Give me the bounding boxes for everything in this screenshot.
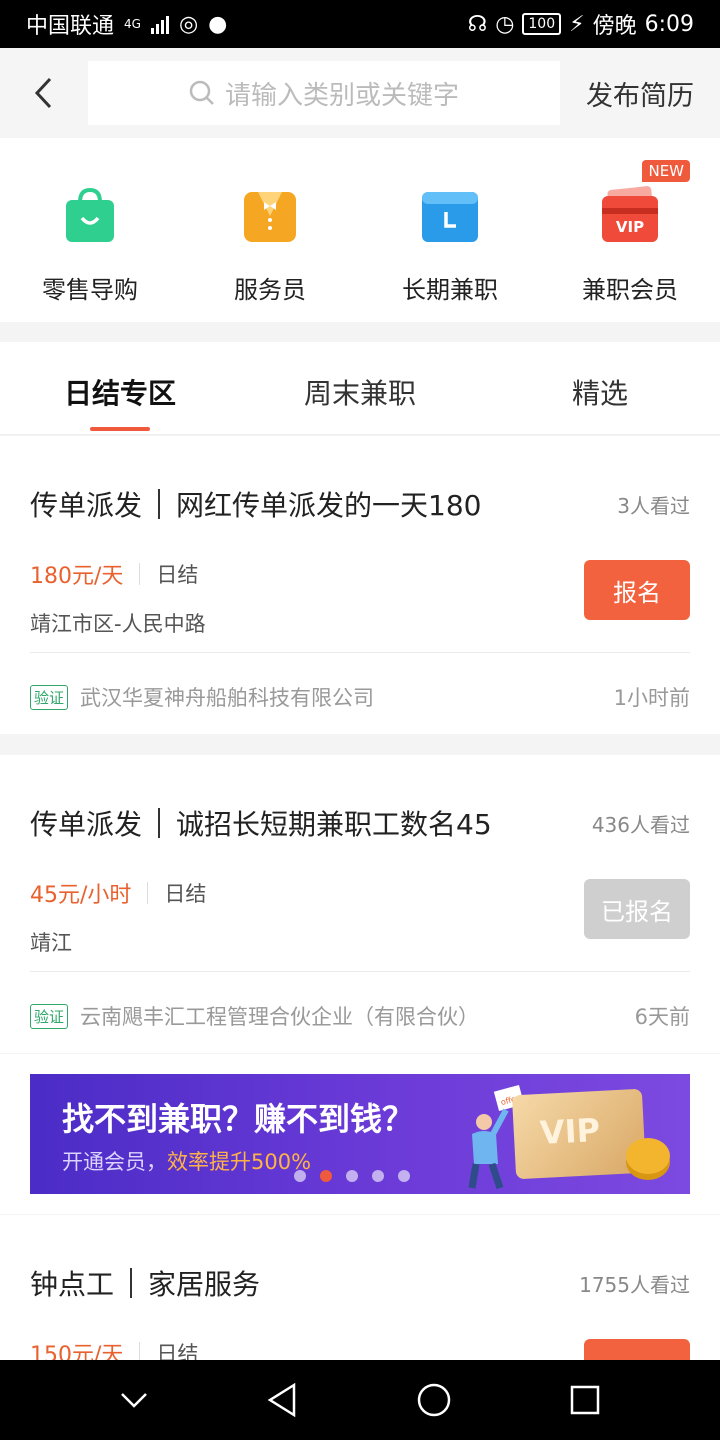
tab-weekend[interactable]: 周末兼职 bbox=[240, 342, 480, 434]
job-pay: 150元/天 bbox=[30, 1343, 124, 1360]
header: 请输入类别或关键字 发布简历 bbox=[0, 48, 720, 138]
vip-card-icon: VIP bbox=[602, 186, 658, 242]
time-prefix: 傍晚 bbox=[592, 14, 637, 39]
category-label: 长期兼职 bbox=[402, 276, 498, 304]
search-input[interactable]: 请输入类别或关键字 bbox=[88, 61, 560, 125]
coins-icon bbox=[626, 1138, 670, 1174]
time-label: 6:09 bbox=[644, 11, 694, 37]
vip-promo-banner[interactable]: 找不到兼职？赚不到钱？ 开通会员，效率提升500% offer VIP bbox=[30, 1074, 690, 1194]
shopping-bag-icon bbox=[66, 187, 114, 242]
back-button[interactable] bbox=[0, 48, 88, 138]
home-circle-icon[interactable] bbox=[416, 1382, 452, 1418]
pay-divider bbox=[139, 1342, 141, 1360]
post-time: 6天前 bbox=[634, 1005, 690, 1029]
job-location: 靖江市区-人民中路 bbox=[30, 612, 206, 636]
card-divider bbox=[30, 652, 690, 653]
job-location: 靖江 bbox=[30, 931, 72, 955]
carousel-dot-active[interactable] bbox=[320, 1170, 332, 1182]
network-label: 4G bbox=[124, 17, 141, 31]
title-divider bbox=[158, 808, 161, 838]
hotspot-icon: ◎ bbox=[178, 11, 199, 37]
search-placeholder: 请输入类别或关键字 bbox=[224, 80, 459, 111]
waiter-icon bbox=[244, 192, 296, 242]
category-long-term[interactable]: 长期兼职 bbox=[360, 138, 540, 322]
job-title: 网红传单派发的一天180 bbox=[176, 489, 482, 522]
chevron-left-icon bbox=[34, 77, 52, 109]
system-nav-bar bbox=[0, 1360, 720, 1440]
job-card[interactable]: 传单派发 网红传单派发的一天180 3人看过 180元/天 日结 靖江市区-人民… bbox=[0, 436, 720, 734]
status-bar: 中国联通 4G ◎ ● ☊ ◷ 100 ⚡ 傍晚 6:09 bbox=[0, 0, 720, 48]
category-retail[interactable]: 零售导购 bbox=[0, 138, 180, 322]
job-title: 家居服务 bbox=[148, 1268, 261, 1301]
applied-button[interactable]: 已报名 bbox=[584, 879, 690, 939]
message-icon: ● bbox=[208, 11, 228, 37]
apply-button[interactable]: 报名 bbox=[584, 560, 690, 620]
svg-text:VIP: VIP bbox=[616, 218, 644, 236]
chevron-down-icon[interactable] bbox=[119, 1390, 149, 1410]
post-time: 1小时前 bbox=[613, 686, 690, 710]
vip-card-label: VIP bbox=[538, 1110, 601, 1153]
tab-daily-settle[interactable]: 日结专区 bbox=[0, 342, 240, 434]
settle-type: 日结 bbox=[164, 882, 207, 906]
category-label: 零售导购 bbox=[42, 276, 138, 304]
verified-badge: 验证 bbox=[30, 1003, 69, 1029]
category-waiter[interactable]: 服务员 bbox=[180, 138, 360, 322]
battery-icon: 100 bbox=[522, 13, 562, 35]
carousel-dot[interactable] bbox=[294, 1170, 306, 1182]
title-divider bbox=[158, 489, 161, 519]
carousel-indicator bbox=[294, 1170, 410, 1182]
job-category: 钟点工 bbox=[30, 1268, 115, 1301]
clock-icon: ◷ bbox=[495, 11, 515, 37]
carousel-dot[interactable] bbox=[346, 1170, 358, 1182]
signal-icon bbox=[150, 14, 169, 34]
pay-divider bbox=[139, 563, 141, 585]
title-divider bbox=[130, 1268, 133, 1298]
calendar-icon bbox=[422, 192, 478, 242]
carousel-dot[interactable] bbox=[398, 1170, 410, 1182]
verified-badge: 验证 bbox=[30, 684, 69, 710]
job-card[interactable]: 钟点工 家居服务 1755人看过 150元/天 日结 bbox=[0, 1215, 720, 1360]
recent-apps-icon[interactable] bbox=[569, 1384, 601, 1416]
carrier-label: 中国联通 bbox=[26, 14, 115, 39]
banner-section: 找不到兼职？赚不到钱？ 开通会员，效率提升500% offer VIP bbox=[0, 1054, 720, 1214]
vip-card-icon: VIP bbox=[511, 1088, 647, 1180]
tab-bar: 日结专区 周末兼职 精选 bbox=[0, 342, 720, 435]
banner-subtitle: 开通会员，效率提升500% bbox=[62, 1146, 311, 1176]
banner-sub-prefix: 开通会员， bbox=[62, 1150, 167, 1174]
company-name: 云南飓丰汇工程管理合伙企业（有限合伙） bbox=[80, 1005, 480, 1029]
search-icon bbox=[189, 80, 214, 105]
category-vip[interactable]: NEW VIP 兼职会员 bbox=[540, 138, 720, 322]
carousel-dot[interactable] bbox=[372, 1170, 384, 1182]
new-badge: NEW bbox=[642, 160, 690, 182]
settle-type: 日结 bbox=[156, 1342, 199, 1360]
category-label: 服务员 bbox=[234, 276, 306, 304]
view-count: 1755人看过 bbox=[579, 1272, 690, 1297]
company-name: 武汉华夏神舟船舶科技有限公司 bbox=[80, 686, 375, 710]
job-category: 传单派发 bbox=[30, 489, 143, 522]
pay-divider bbox=[147, 882, 149, 904]
headset-icon: ☊ bbox=[467, 11, 488, 37]
publish-resume-button[interactable]: 发布简历 bbox=[586, 74, 694, 113]
category-label: 兼职会员 bbox=[582, 276, 678, 304]
view-count: 3人看过 bbox=[617, 493, 690, 518]
banner-sub-highlight: 效率提升500% bbox=[167, 1150, 312, 1174]
job-card[interactable]: 传单派发 诚招长短期兼职工数名45 436人看过 45元/小时 日结 靖江 已报… bbox=[0, 755, 720, 1053]
category-grid: 零售导购 服务员 长期兼职 NEW VIP 兼职会员 bbox=[0, 138, 720, 322]
settle-type: 日结 bbox=[156, 563, 199, 587]
job-pay: 45元/小时 bbox=[30, 883, 132, 908]
charging-icon: ⚡ bbox=[569, 11, 585, 37]
job-pay: 180元/天 bbox=[30, 564, 124, 589]
banner-headline: 找不到兼职？赚不到钱？ bbox=[62, 1100, 415, 1138]
view-count: 436人看过 bbox=[591, 812, 690, 837]
back-triangle-icon[interactable] bbox=[266, 1382, 298, 1418]
apply-button[interactable] bbox=[584, 1339, 690, 1360]
job-title: 诚招长短期兼职工数名45 bbox=[176, 808, 492, 841]
job-category: 传单派发 bbox=[30, 808, 143, 841]
card-divider bbox=[30, 971, 690, 972]
tab-featured[interactable]: 精选 bbox=[480, 342, 720, 434]
